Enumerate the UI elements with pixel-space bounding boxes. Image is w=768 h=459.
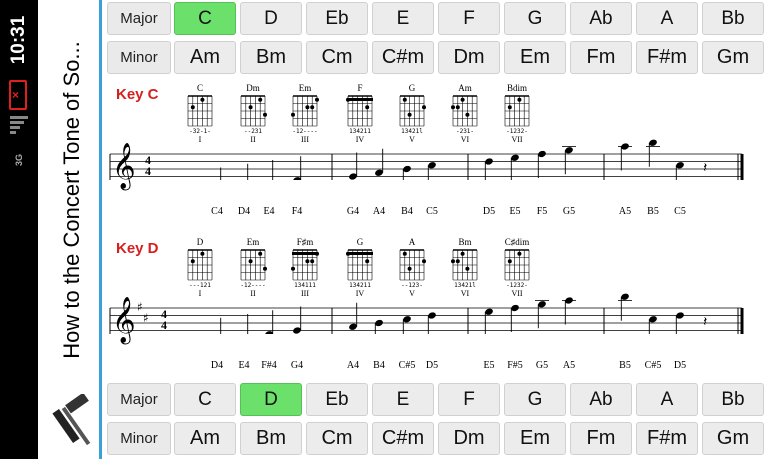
note-name: D5 <box>673 360 687 371</box>
key-button-minor-em[interactable]: Em <box>504 422 566 455</box>
key-button-minor-am[interactable]: Am <box>174 422 236 455</box>
key-button-major-bb[interactable]: Bb <box>702 2 764 35</box>
staff <box>109 293 744 334</box>
major-row-label: Major <box>107 383 171 416</box>
time-signature: 44 <box>145 153 151 178</box>
key-button-major-e[interactable]: E <box>372 2 434 35</box>
key-button-minor-cm[interactable]: Cm <box>306 41 368 74</box>
key-button-major-c[interactable]: C <box>174 2 236 35</box>
network-type: 3G <box>14 153 24 167</box>
battery-warning-icon: × <box>9 80 27 110</box>
note-name: D5 <box>425 360 439 371</box>
note-name: C5 <box>426 206 438 217</box>
signal-icon <box>10 116 28 138</box>
key-button-major-d[interactable]: D <box>240 2 302 35</box>
minor-row-label: Minor <box>107 422 171 455</box>
key-button-major-d[interactable]: D <box>240 383 302 416</box>
minor-row-label: Minor <box>107 41 171 74</box>
time-signature: 44 <box>161 307 167 332</box>
key-button-major-g[interactable]: G <box>504 2 566 35</box>
key-button-major-ab[interactable]: Ab <box>570 383 632 416</box>
key-signature-sharp-icon: ♯ <box>143 311 149 325</box>
key-button-major-a[interactable]: A <box>636 383 698 416</box>
key-button-minor-c-sharpm[interactable]: C#m <box>372 41 434 74</box>
key-button-major-c[interactable]: C <box>174 383 236 416</box>
key-button-minor-dm[interactable]: Dm <box>438 422 500 455</box>
key-button-minor-fm[interactable]: Fm <box>570 41 632 74</box>
note-name: F4 <box>291 206 303 217</box>
key-button-major-eb[interactable]: Eb <box>306 2 368 35</box>
score-panel: Key C C -32-1- I Dm --231 II Em -12---- III F 13421… <box>107 80 768 380</box>
key-button-minor-f-sharpm[interactable]: F#m <box>636 422 698 455</box>
key-button-major-a[interactable]: A <box>636 2 698 35</box>
key-button-minor-cm[interactable]: Cm <box>306 422 368 455</box>
page-title: How to the Concert Tone of So... <box>59 41 84 359</box>
key-button-major-ab[interactable]: Ab <box>570 2 632 35</box>
key-section: Key C C -32-1- I Dm --231 II Em -12---- III F 13421… <box>107 80 768 230</box>
key-signature-sharp-icon: ♯ <box>137 300 143 314</box>
treble-clef-icon: 𝄞 <box>112 297 136 343</box>
treble-clef-icon: 𝄞 <box>112 143 136 189</box>
key-button-minor-bm[interactable]: Bm <box>240 422 302 455</box>
key-button-major-bb[interactable]: Bb <box>702 383 764 416</box>
key-button-major-e[interactable]: E <box>372 383 434 416</box>
key-button-major-g[interactable]: G <box>504 383 566 416</box>
staff <box>109 139 744 180</box>
status-bar: 10:31 × 3G <box>0 0 38 459</box>
major-row-label: Major <box>107 2 171 35</box>
clock: 10:31 <box>8 15 29 65</box>
quarter-rest-icon: 𝄽 <box>703 160 708 176</box>
key-button-minor-am[interactable]: Am <box>174 41 236 74</box>
key-button-minor-fm[interactable]: Fm <box>570 422 632 455</box>
quarter-rest-icon: 𝄽 <box>703 314 708 330</box>
app-logo-icon[interactable] <box>52 394 92 450</box>
note-name: G4 <box>290 360 304 371</box>
key-button-minor-bm[interactable]: Bm <box>240 41 302 74</box>
app-title-bar: How to the Concert Tone of So... <box>38 0 102 459</box>
key-button-minor-c-sharpm[interactable]: C#m <box>372 422 434 455</box>
key-section: Key D D ---121 I Em -12---- II F♯m 134111 III G 134… <box>107 234 768 384</box>
note-name: G5 <box>562 206 576 217</box>
key-button-minor-em[interactable]: Em <box>504 41 566 74</box>
key-button-minor-dm[interactable]: Dm <box>438 41 500 74</box>
key-button-minor-gm[interactable]: Gm <box>702 41 764 74</box>
key-button-major-f[interactable]: F <box>438 383 500 416</box>
key-button-minor-gm[interactable]: Gm <box>702 422 764 455</box>
note-name: C5 <box>674 206 686 217</box>
key-button-minor-f-sharpm[interactable]: F#m <box>636 41 698 74</box>
key-button-major-eb[interactable]: Eb <box>306 383 368 416</box>
key-button-major-f[interactable]: F <box>438 2 500 35</box>
note-name: A5 <box>562 360 576 371</box>
